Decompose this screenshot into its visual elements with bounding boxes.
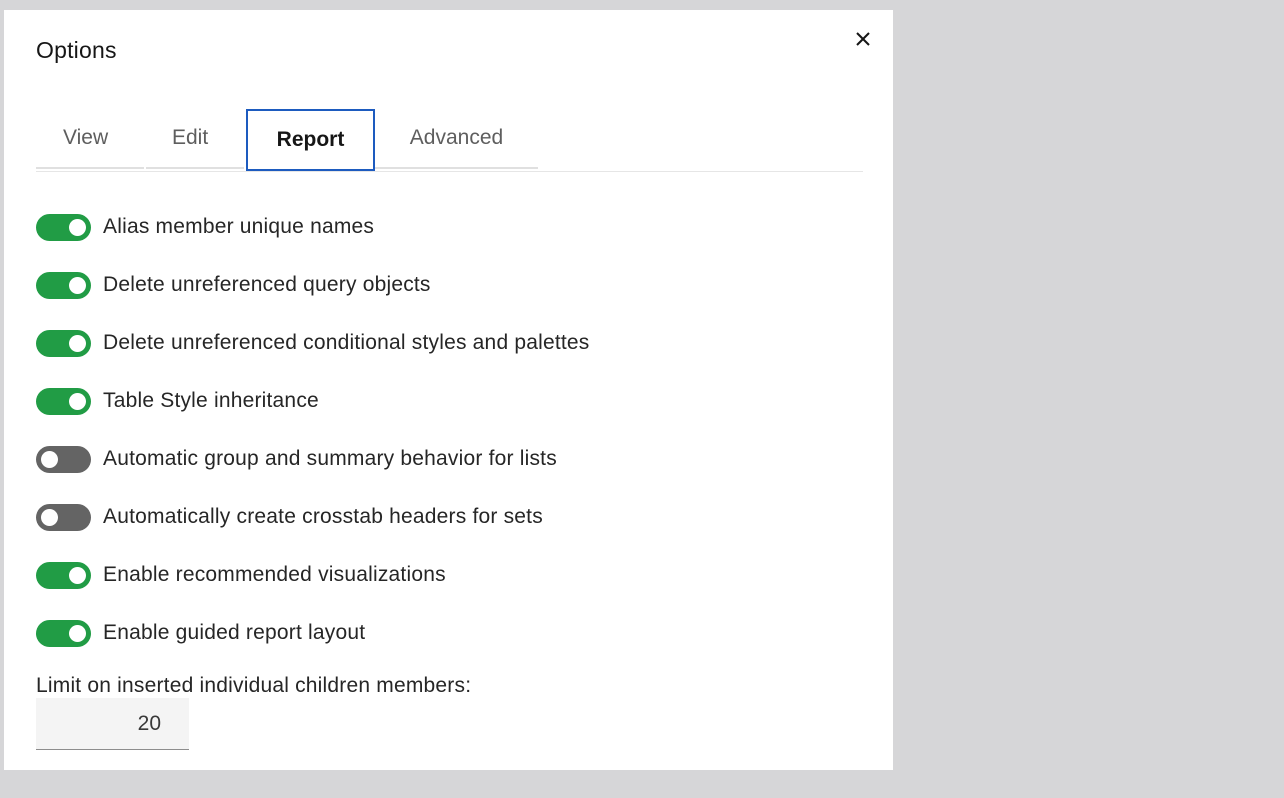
toggle-knob [69,566,86,584]
toggle-switch[interactable] [36,445,91,473]
toggle-switch[interactable] [36,387,91,415]
option-crosstab-headers-for-sets[interactable]: Automatically create crosstab headers fo… [36,488,590,546]
option-automatic-group-summary[interactable]: Automatic group and summary behavior for… [36,430,590,488]
option-label: Enable guided report layout [103,621,366,644]
limit-number-input[interactable]: 20 [36,698,189,750]
option-guided-report-layout[interactable]: Enable guided report layout [36,604,590,662]
limit-label: Limit on inserted individual children me… [36,674,472,697]
option-delete-unreferenced-conditional-styles[interactable]: Delete unreferenced conditional styles a… [36,314,590,372]
toggle-knob [69,276,86,294]
option-label: Delete unreferenced conditional styles a… [103,331,590,354]
tab-report[interactable]: Report [246,109,375,171]
toggle-switch[interactable] [36,503,91,531]
toggle-knob [69,334,86,352]
close-icon [856,32,870,46]
toggle-knob [69,218,86,236]
toggle-knob [41,450,58,468]
option-label: Table Style inheritance [103,389,319,412]
toggle-switch[interactable] [36,271,91,299]
toggle-knob [41,508,58,526]
option-recommended-visualizations[interactable]: Enable recommended visualizations [36,546,590,604]
option-label: Automatically create crosstab headers fo… [103,505,543,528]
tab-view[interactable]: View [36,109,144,169]
option-delete-unreferenced-query-objects[interactable]: Delete unreferenced query objects [36,256,590,314]
toggle-knob [69,392,86,410]
option-label: Alias member unique names [103,215,375,238]
toggle-switch[interactable] [36,561,91,589]
close-button[interactable] [851,27,875,51]
option-label: Enable recommended visualizations [103,563,446,586]
options-dialog: Options View Edit Report Advanced Alias … [4,10,893,770]
options-list: Alias member unique names Delete unrefer… [36,198,590,662]
tab-advanced[interactable]: Advanced [375,109,538,169]
option-table-style-inheritance[interactable]: Table Style inheritance [36,372,590,430]
toggle-switch[interactable] [36,213,91,241]
dialog-title: Options [36,37,117,63]
toggle-switch[interactable] [36,619,91,647]
option-label: Automatic group and summary behavior for… [103,447,557,470]
toggle-knob [69,624,86,642]
toggle-switch[interactable] [36,329,91,357]
option-label: Delete unreferenced query objects [103,273,431,296]
tab-divider [36,171,863,172]
option-alias-member-unique-names[interactable]: Alias member unique names [36,198,590,256]
tab-edit[interactable]: Edit [146,109,244,169]
tab-list: View Edit Report Advanced [36,109,538,171]
